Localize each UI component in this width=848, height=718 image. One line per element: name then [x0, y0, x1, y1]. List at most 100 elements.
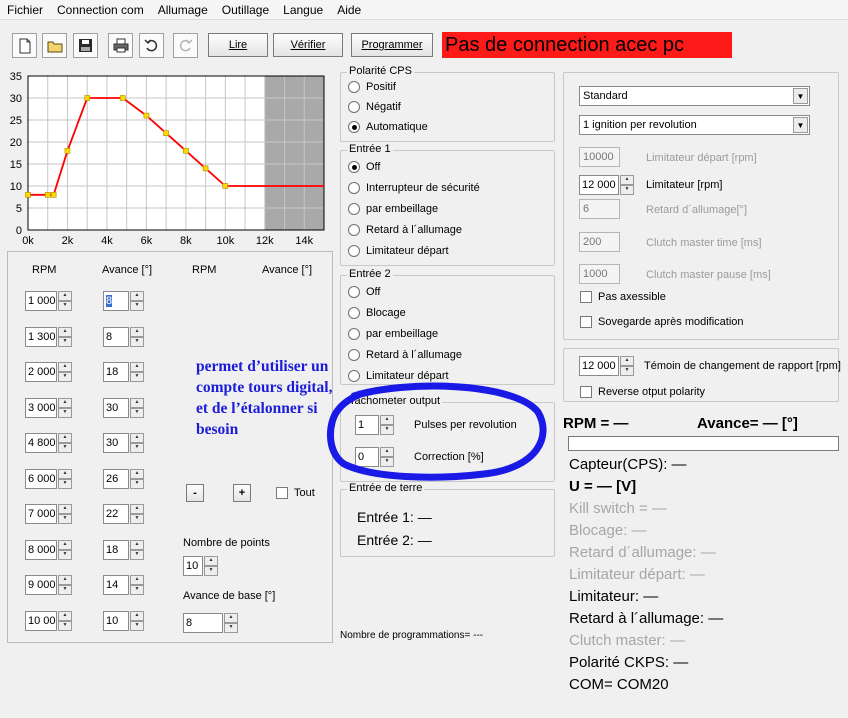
nb-points-stepper[interactable]: 10 ▲ ▼ — [183, 556, 218, 576]
spin-up-icon[interactable]: ▲ — [130, 539, 144, 550]
pas-axessible-box[interactable] — [580, 291, 592, 303]
spin-up-icon[interactable]: ▲ — [130, 291, 144, 301]
spin-up-icon[interactable]: ▲ — [130, 504, 144, 514]
spin-down-icon[interactable]: ▼ — [130, 407, 144, 418]
spin-down-icon[interactable]: ▼ — [58, 620, 72, 631]
avance-base-input[interactable]: 8 — [183, 613, 223, 633]
pas-axessible-checkbox[interactable]: Pas axessible — [580, 291, 666, 303]
undo-button[interactable] — [139, 33, 164, 58]
chart-point[interactable] — [163, 130, 169, 136]
spin-up-icon[interactable]: ▲ — [620, 175, 634, 185]
entree1-option[interactable]: Interrupteur de sécurité — [348, 182, 480, 194]
radio-button[interactable] — [348, 203, 360, 215]
rpm-stepper[interactable]: 10 000▲▼ — [25, 610, 72, 631]
menu-aide[interactable]: Aide — [336, 3, 362, 17]
menu-allumage[interactable]: Allumage — [157, 3, 209, 17]
chart-point[interactable] — [50, 192, 57, 198]
remove-point-button[interactable]: - — [186, 484, 204, 502]
retard-input[interactable]: 6 — [579, 199, 620, 219]
avance-input[interactable]: 8 — [103, 326, 129, 347]
chart-point[interactable] — [64, 148, 71, 154]
spin-down-icon[interactable]: ▼ — [58, 514, 72, 524]
entree2-option[interactable]: Blocage — [348, 307, 406, 319]
programmer-button[interactable]: Programmer — [351, 33, 433, 57]
rpm-input[interactable]: 4 800 — [25, 433, 57, 453]
radio-button[interactable] — [348, 370, 360, 382]
avance-input[interactable]: 18 — [103, 539, 129, 560]
spin-down-icon[interactable]: ▼ — [204, 566, 218, 576]
chart-point[interactable] — [202, 165, 209, 172]
radio-button[interactable] — [348, 121, 360, 133]
rpm-stepper[interactable]: 1 300 ▲ ▼ — [25, 326, 72, 347]
spin-down-icon[interactable]: ▼ — [58, 336, 72, 347]
spin-up-icon[interactable]: ▲ — [58, 610, 72, 621]
avance-input[interactable]: 14 — [103, 575, 129, 595]
radio-button[interactable] — [348, 245, 360, 257]
spin-down-icon[interactable]: ▼ — [58, 549, 72, 560]
avance-stepper[interactable]: 26 ▲ ▼ — [103, 468, 144, 489]
radio-button[interactable] — [348, 349, 360, 361]
rpm-input[interactable]: 10 000 — [25, 610, 57, 631]
advance-curve-chart[interactable]: 0 5 10 15 20 25 30 35 0k 2k 4k 6k 8k 10k 12k 14k — [0, 66, 335, 246]
avance-input[interactable]: 30 — [103, 433, 129, 453]
avance-input[interactable]: 26 — [103, 468, 129, 489]
avance-input[interactable]: 18 — [103, 362, 129, 382]
avance-stepper[interactable]: 18 ▲ ▼ — [103, 362, 144, 382]
avance-stepper[interactable]: 10 ▲ ▼ — [103, 610, 144, 631]
spin-up-icon[interactable]: ▲ — [130, 575, 144, 585]
spin-down-icon[interactable]: ▼ — [58, 407, 72, 418]
spin-up-icon[interactable]: ▲ — [130, 468, 144, 479]
polarite-option[interactable]: Positif — [348, 81, 396, 93]
rpm-input[interactable]: 2 000 — [25, 362, 57, 382]
rpm-input[interactable]: 6 000 — [25, 468, 57, 489]
spin-down-icon[interactable]: ▼ — [130, 585, 144, 595]
radio-button[interactable] — [348, 81, 360, 93]
chart-point[interactable] — [119, 95, 126, 101]
rpm-stepper[interactable]: 9 000 ▲ ▼ — [25, 575, 72, 595]
avance-stepper[interactable]: 22 ▲ ▼ — [103, 504, 144, 524]
spin-down-icon[interactable]: ▼ — [130, 372, 144, 382]
radio-button[interactable] — [348, 307, 360, 319]
entree1-option[interactable]: Retard à l´allumage — [348, 224, 462, 236]
menu-outillage[interactable]: Outillage — [221, 3, 270, 17]
clutch-pause-input[interactable]: 1000 — [579, 264, 620, 284]
spin-up-icon[interactable]: ▲ — [58, 291, 72, 301]
lire-button[interactable]: Lire — [208, 33, 268, 57]
spin-up-icon[interactable]: ▲ — [130, 433, 144, 443]
spin-down-icon[interactable]: ▼ — [58, 372, 72, 382]
avance-stepper[interactable]: 14 ▲ ▼ — [103, 575, 144, 595]
avance-input[interactable]: 8 — [103, 291, 129, 311]
radio-button[interactable] — [348, 286, 360, 298]
avance-input[interactable]: 22 — [103, 504, 129, 524]
sovegarde-box[interactable] — [580, 316, 592, 328]
chevron-down-icon[interactable]: ▼ — [793, 88, 808, 104]
spin-up-icon[interactable]: ▲ — [620, 356, 634, 366]
lim-depart-input[interactable]: 10000 — [579, 147, 620, 167]
new-file-button[interactable] — [12, 33, 37, 58]
chart-point[interactable] — [222, 183, 229, 189]
rpm-stepper[interactable]: 6 000 ▲ ▼ — [25, 468, 72, 489]
radio-button[interactable] — [348, 328, 360, 340]
spin-up-icon[interactable]: ▲ — [58, 326, 72, 337]
spin-down-icon[interactable]: ▼ — [130, 549, 144, 560]
gear-shift-input[interactable]: 12 000 — [579, 356, 619, 376]
rpm-stepper[interactable]: 8 000 ▲ ▼ — [25, 539, 72, 560]
rpm-input[interactable]: 8 000 — [25, 539, 57, 560]
spin-up-icon[interactable]: ▲ — [130, 326, 144, 337]
spin-down-icon[interactable]: ▼ — [58, 301, 72, 311]
redo-button[interactable] — [173, 33, 198, 58]
tout-checkbox[interactable]: Tout — [276, 487, 315, 499]
entree2-option[interactable]: Retard à l´allumage — [348, 349, 462, 361]
tout-checkbox-box[interactable] — [276, 487, 288, 499]
mode-select[interactable]: Standard ▼ — [579, 86, 810, 106]
rpm-stepper[interactable]: 3 000 ▲ ▼ — [25, 397, 72, 418]
menu-connection-com[interactable]: Connection com — [56, 3, 145, 17]
rpm-input[interactable]: 9 000 — [25, 575, 57, 595]
spin-up-icon[interactable]: ▲ — [130, 397, 144, 408]
reverse-polarity-box[interactable] — [580, 386, 592, 398]
menu-fichier[interactable]: Fichier — [6, 3, 44, 17]
entree2-option[interactable]: Limitateur départ — [348, 370, 449, 382]
print-button[interactable] — [108, 33, 133, 58]
rpm-stepper[interactable]: 4 800 ▲ ▼ — [25, 433, 72, 453]
chevron-down-icon[interactable]: ▼ — [793, 117, 808, 133]
